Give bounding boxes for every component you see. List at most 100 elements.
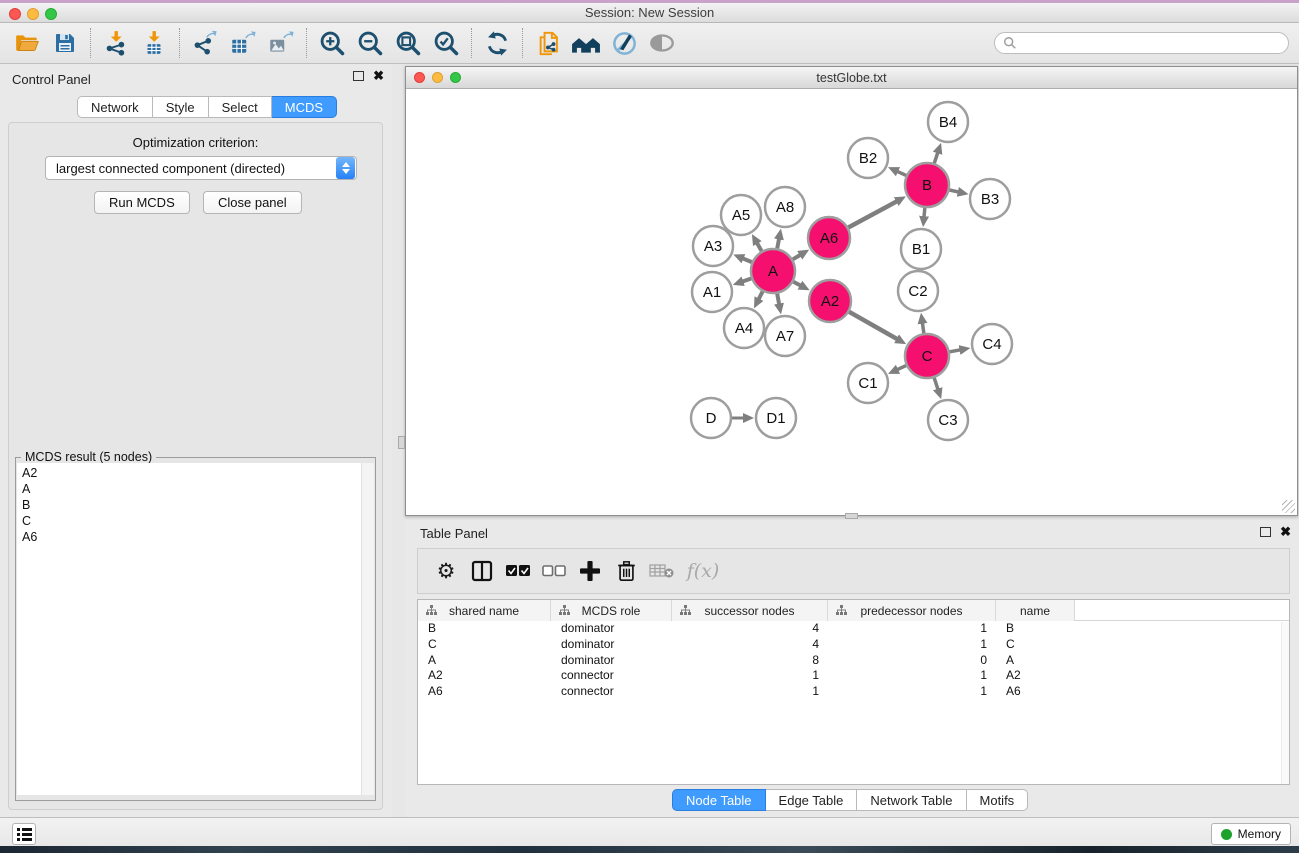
clone-network-icon[interactable] — [531, 27, 565, 59]
search-input[interactable] — [1021, 36, 1288, 50]
export-network-icon[interactable] — [188, 27, 222, 59]
edge-B-B2[interactable] — [897, 171, 906, 175]
edge-C-C3[interactable] — [934, 378, 938, 390]
edge-A-A6[interactable] — [793, 255, 801, 260]
add-column-plus-icon[interactable] — [572, 553, 608, 589]
edge-A-A8[interactable] — [777, 238, 779, 248]
network-close-button[interactable] — [414, 72, 425, 83]
node-A3[interactable]: A3 — [693, 226, 733, 266]
node-A[interactable]: A — [751, 249, 795, 293]
edge-A-A5[interactable] — [757, 243, 762, 251]
tab-network-table[interactable]: Network Table — [857, 789, 966, 811]
save-session-icon[interactable] — [48, 27, 82, 59]
table-row[interactable]: A2connector11A2 — [418, 668, 1289, 684]
result-item[interactable]: A6 — [22, 529, 362, 545]
edge-A-A1[interactable] — [742, 278, 751, 281]
optimization-criterion-select[interactable]: largest connected component (directed) — [45, 156, 357, 180]
result-item[interactable]: C — [22, 513, 362, 529]
tab-edge-table[interactable]: Edge Table — [766, 789, 858, 811]
network-window-titlebar[interactable]: testGlobe.txt — [406, 67, 1297, 89]
edge-B-B1[interactable] — [924, 208, 925, 217]
column-header-predecessor-nodes[interactable]: predecessor nodes — [828, 600, 996, 621]
tab-motifs[interactable]: Motifs — [967, 789, 1029, 811]
edge-B-B3[interactable] — [949, 190, 958, 192]
select-all-icon[interactable] — [500, 553, 536, 589]
window-resize-grip[interactable] — [1282, 500, 1295, 513]
export-image-icon[interactable] — [264, 27, 298, 59]
zoom-window-button[interactable] — [45, 8, 57, 20]
node-A7[interactable]: A7 — [765, 316, 805, 356]
edge-A2-C[interactable] — [849, 312, 897, 339]
edge-C-C2[interactable] — [922, 323, 923, 334]
node-A4[interactable]: A4 — [724, 308, 764, 348]
tab-style[interactable]: Style — [153, 96, 209, 118]
show-graphics-eye-icon[interactable] — [645, 27, 679, 59]
float-panel-icon[interactable] — [353, 71, 364, 81]
close-panel-button[interactable]: Close panel — [203, 191, 302, 214]
table-row[interactable]: Adominator80A — [418, 653, 1289, 669]
node-C3[interactable]: C3 — [928, 400, 968, 440]
network-zoom-button[interactable] — [450, 72, 461, 83]
zoom-in-icon[interactable] — [315, 27, 349, 59]
tab-network[interactable]: Network — [77, 96, 153, 118]
node-A6[interactable]: A6 — [808, 217, 850, 259]
network-minimize-button[interactable] — [432, 72, 443, 83]
table-options-gear-icon[interactable]: ⚙ — [428, 553, 464, 589]
node-D1[interactable]: D1 — [756, 398, 796, 438]
hide-graphics-icon[interactable] — [607, 27, 641, 59]
node-B1[interactable]: B1 — [901, 229, 941, 269]
zoom-out-icon[interactable] — [353, 27, 387, 59]
minimize-window-button[interactable] — [27, 8, 39, 20]
node-B3[interactable]: B3 — [970, 179, 1010, 219]
zoom-fit-icon[interactable] — [391, 27, 425, 59]
deselect-all-icon[interactable] — [536, 553, 572, 589]
result-item[interactable]: B — [22, 497, 362, 513]
edge-A-A2[interactable] — [793, 282, 800, 286]
node-A5[interactable]: A5 — [721, 195, 761, 235]
reset-layout-home-icon[interactable] — [569, 27, 603, 59]
import-network-icon[interactable] — [99, 27, 133, 59]
open-file-icon[interactable] — [10, 27, 44, 59]
edge-A6-B[interactable] — [848, 201, 897, 227]
column-header-name[interactable]: name — [996, 600, 1075, 621]
zoom-selected-icon[interactable] — [429, 27, 463, 59]
result-scrollbar[interactable] — [361, 463, 374, 795]
node-A2[interactable]: A2 — [809, 280, 851, 322]
table-scrollbar[interactable] — [1281, 622, 1289, 784]
network-graph[interactable]: AA1A2A3A4A5A6A7A8BB1B2B3B4CC1C2C3C4DD1 — [406, 89, 1297, 515]
task-history-button[interactable] — [12, 823, 36, 845]
edge-A-A7[interactable] — [777, 294, 779, 305]
close-table-panel-icon[interactable]: ✖ — [1280, 527, 1291, 537]
function-builder-icon[interactable]: f(x) — [680, 553, 726, 589]
node-A8[interactable]: A8 — [765, 187, 805, 227]
node-C1[interactable]: C1 — [848, 363, 888, 403]
result-item[interactable]: A2 — [22, 465, 362, 481]
import-table-icon[interactable] — [137, 27, 171, 59]
column-header-shared-name[interactable]: shared name — [418, 600, 551, 621]
float-table-panel-icon[interactable] — [1260, 527, 1271, 537]
show-column-icon[interactable] — [464, 553, 500, 589]
node-C4[interactable]: C4 — [972, 324, 1012, 364]
column-header-successor-nodes[interactable]: successor nodes — [672, 600, 828, 621]
search-box[interactable] — [994, 32, 1289, 54]
result-item[interactable]: A — [22, 481, 362, 497]
close-window-button[interactable] — [9, 8, 21, 20]
table-row[interactable]: Cdominator41C — [418, 637, 1289, 653]
column-header-MCDS-role[interactable]: MCDS role — [551, 600, 672, 621]
edge-C-C1[interactable] — [897, 366, 906, 370]
tab-node-table[interactable]: Node Table — [672, 789, 766, 811]
tab-mcds[interactable]: MCDS — [272, 96, 337, 118]
edge-A-A4[interactable] — [759, 291, 763, 299]
refresh-icon[interactable] — [480, 27, 514, 59]
delete-table-icon[interactable] — [644, 553, 680, 589]
table-row[interactable]: Bdominator41B — [418, 621, 1289, 637]
edge-A-A3[interactable] — [743, 258, 752, 262]
bottom-divider-handle[interactable] — [845, 513, 858, 519]
delete-column-trash-icon[interactable] — [608, 553, 644, 589]
run-mcds-button[interactable]: Run MCDS — [94, 191, 190, 214]
node-B4[interactable]: B4 — [928, 102, 968, 142]
memory-button[interactable]: Memory — [1211, 823, 1291, 845]
mcds-result-list[interactable]: A2ABCA6 — [17, 463, 362, 795]
edge-B-B4[interactable] — [934, 152, 938, 163]
node-D[interactable]: D — [691, 398, 731, 438]
